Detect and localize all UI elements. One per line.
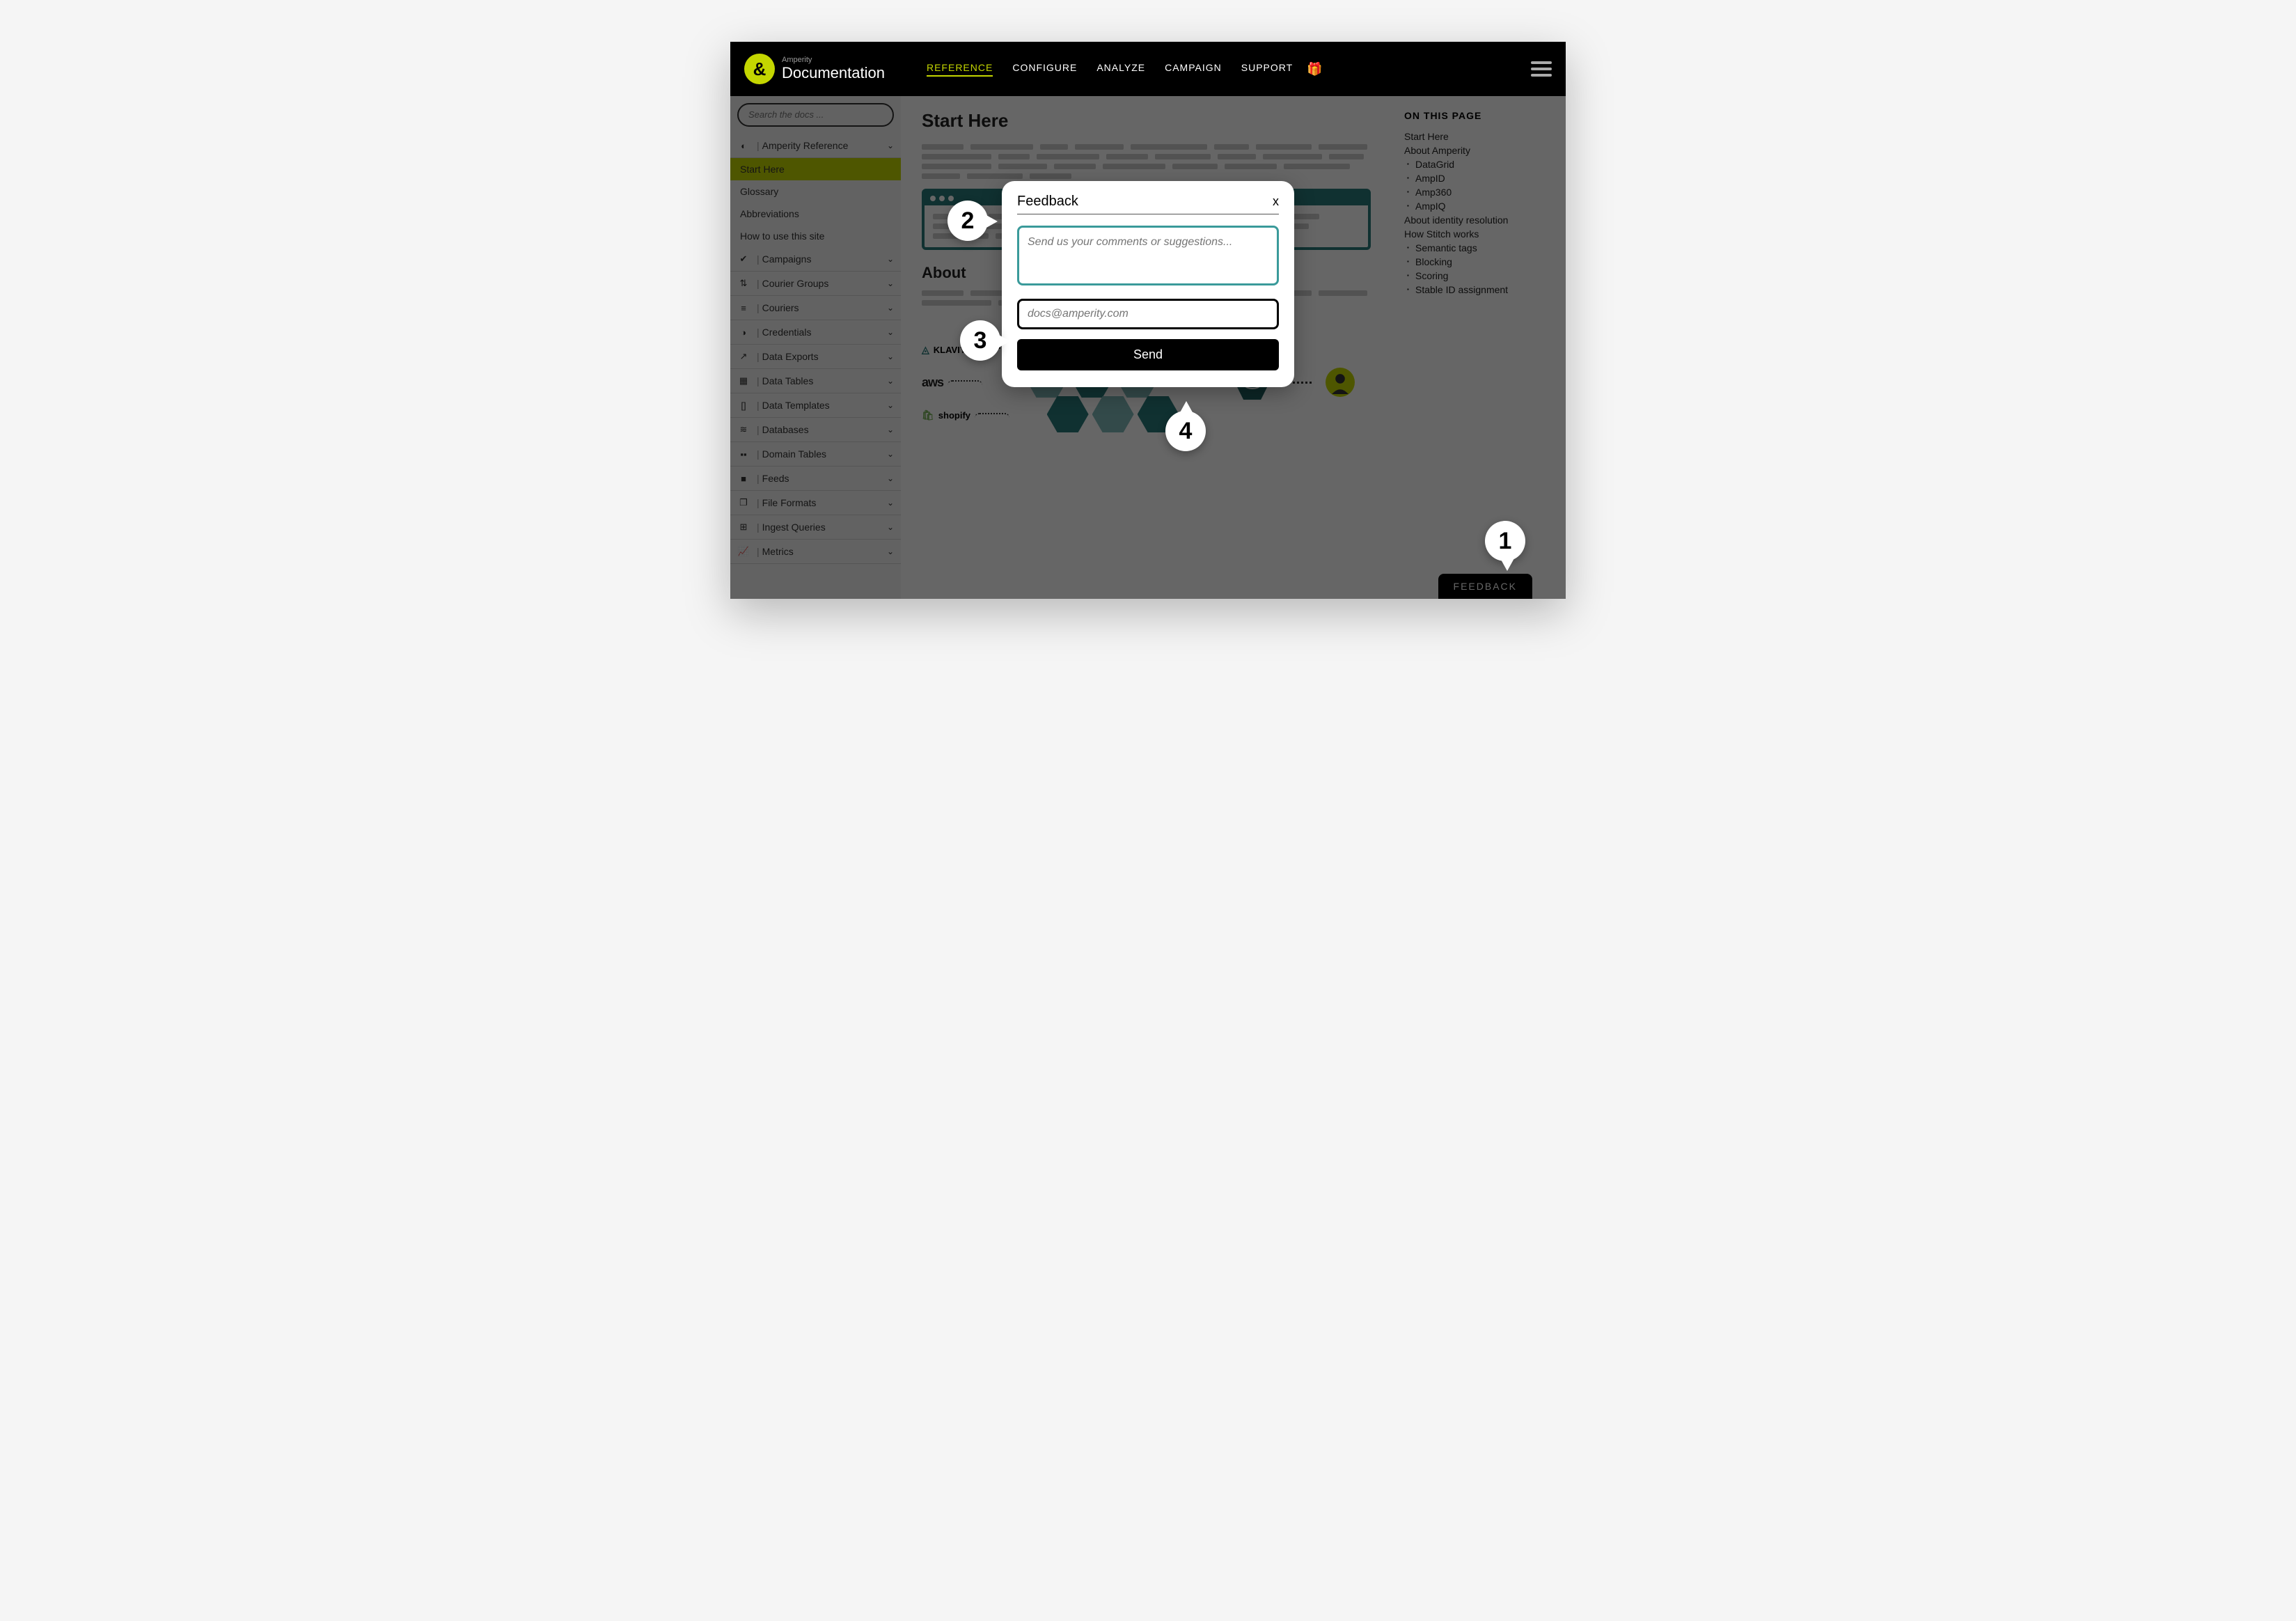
header: & Amperity Documentation REFERENCE CONFI… (730, 42, 1566, 96)
comment-input[interactable] (1017, 226, 1279, 285)
nav-reference[interactable]: REFERENCE (927, 62, 993, 77)
modal-title: Feedback (1017, 194, 1078, 210)
app-frame: & Amperity Documentation REFERENCE CONFI… (730, 42, 1566, 599)
nav-analyze[interactable]: ANALYZE (1096, 62, 1145, 77)
nav-configure[interactable]: CONFIGURE (1012, 62, 1077, 77)
brand-big: Documentation (782, 64, 885, 82)
send-button[interactable]: Send (1017, 339, 1279, 370)
gift-icon[interactable]: 🎁 (1307, 62, 1322, 77)
brand-small: Amperity (782, 56, 885, 64)
callout-2: 2 (948, 201, 988, 241)
callout-1: 1 (1485, 521, 1525, 561)
callout-3: 3 (960, 320, 1000, 361)
email-input[interactable] (1017, 299, 1279, 329)
close-icon[interactable]: x (1273, 194, 1279, 209)
feedback-modal: Feedback x Send (1002, 181, 1294, 387)
nav-support[interactable]: SUPPORT (1241, 62, 1293, 77)
nav-campaign[interactable]: CAMPAIGN (1165, 62, 1222, 77)
top-nav: REFERENCE CONFIGURE ANALYZE CAMPAIGN SUP… (927, 62, 1293, 77)
brand-text: Amperity Documentation (782, 56, 885, 82)
logo-icon: & (744, 54, 775, 84)
hamburger-icon[interactable] (1531, 61, 1552, 77)
callout-4: 4 (1165, 411, 1206, 451)
